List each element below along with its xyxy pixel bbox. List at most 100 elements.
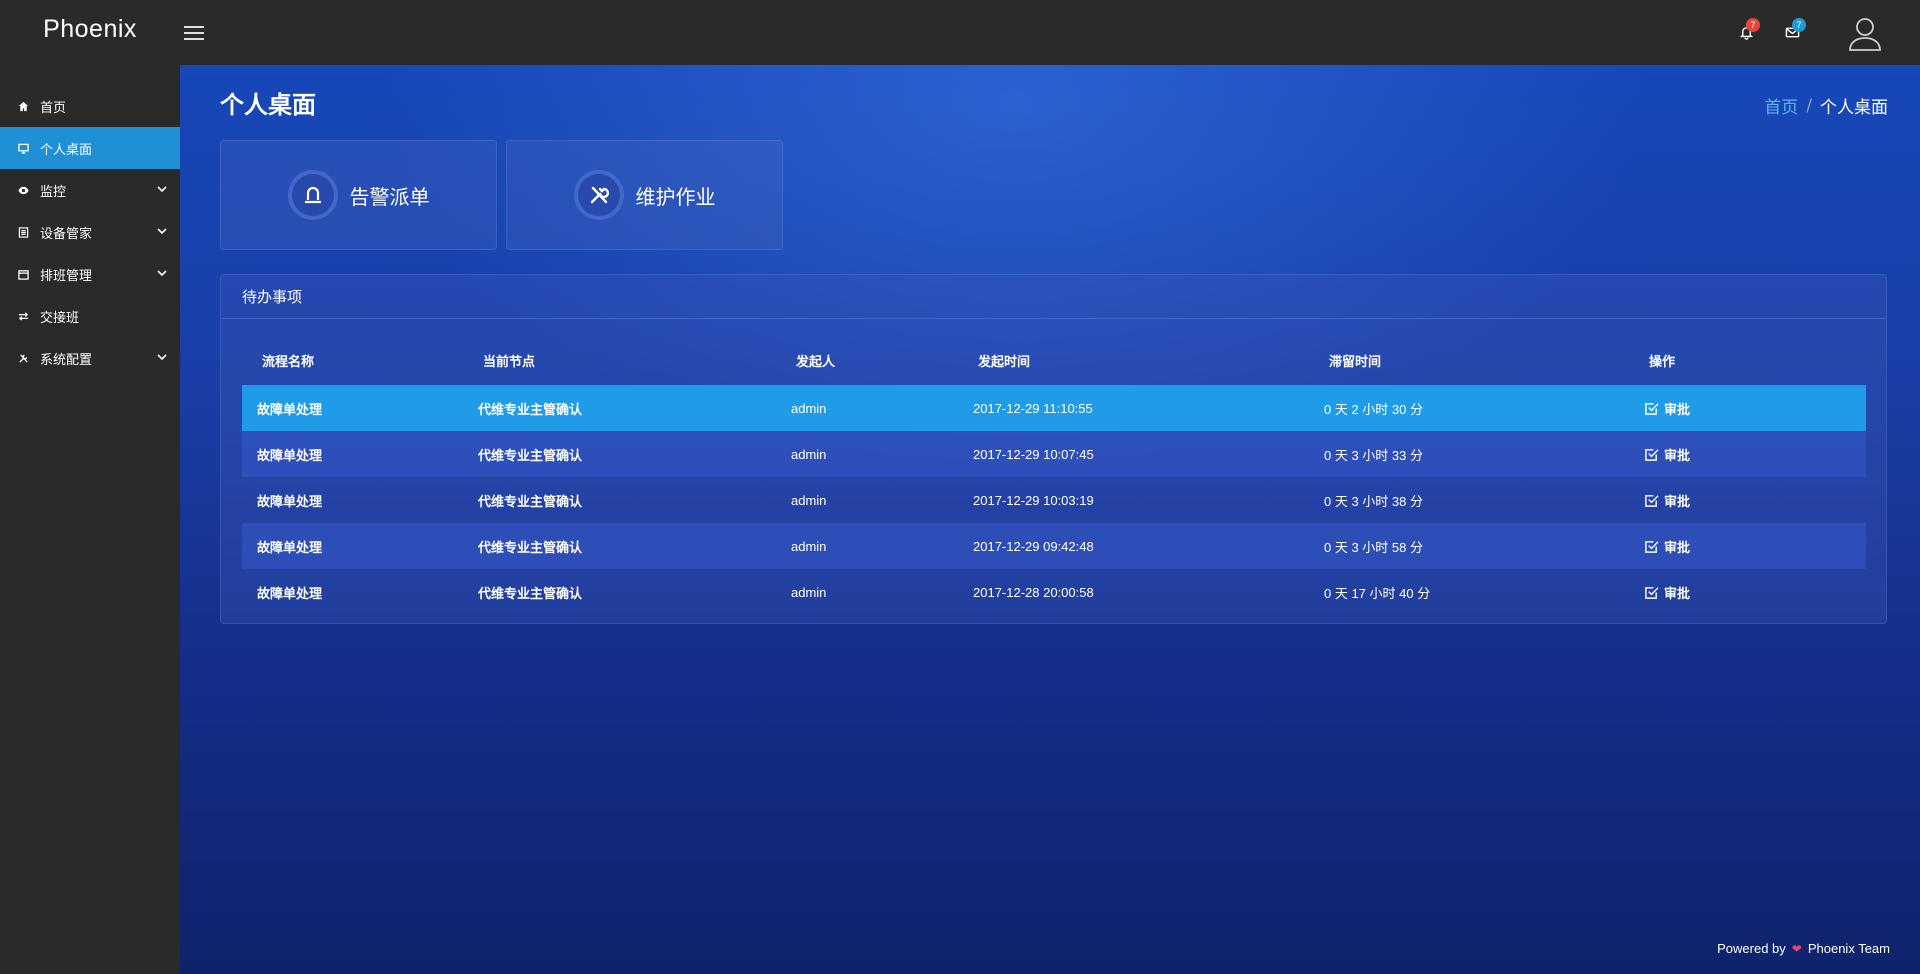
column-header: 发起人 xyxy=(796,354,836,370)
start-time-cell: 2017-12-29 11:10:55 xyxy=(973,400,1093,416)
initiator-cell: admin xyxy=(791,400,827,416)
messages-button[interactable]: 7 xyxy=(1780,17,1806,45)
alarm-dispatch-button[interactable]: 告警派单 xyxy=(220,140,497,250)
top-right-tools: 7 7 xyxy=(1734,0,1884,65)
page-title: 个人桌面 xyxy=(220,91,316,119)
approve-button[interactable]: 审批 xyxy=(1644,537,1866,556)
approve-button[interactable]: 审批 xyxy=(1644,583,1866,602)
wrench-screwdriver-icon xyxy=(573,170,624,220)
exchange-icon xyxy=(16,309,30,323)
process-name-cell: 故障单处理 xyxy=(257,540,323,556)
initiator-cell: admin xyxy=(791,538,827,554)
approve-label: 审批 xyxy=(1664,540,1691,556)
table-header-row: 流程名称 当前节点 发起人 发起时间 滞留时间 操作 xyxy=(242,335,1866,385)
approve-label: 审批 xyxy=(1664,448,1691,464)
notifications-button[interactable]: 7 xyxy=(1734,17,1760,45)
chevron-down-icon xyxy=(157,228,167,235)
chevron-down-icon xyxy=(157,270,167,277)
messages-count-badge: 7 xyxy=(1792,17,1806,32)
sidebar-item-label: 系统配置 xyxy=(40,352,93,368)
page-footer: Powered by ❤ Phoenix Team xyxy=(1717,941,1890,956)
approve-label: 审批 xyxy=(1664,494,1691,510)
hamburger-icon-line xyxy=(184,31,204,34)
sidebar-item-shift-management[interactable]: 排班管理 xyxy=(0,253,180,295)
sidebar-item-label: 监控 xyxy=(40,184,67,200)
stay-time-cell: 0 天 3 小时 38 分 xyxy=(1324,493,1423,509)
top-navbar: Phoenix 7 7 xyxy=(0,0,1920,65)
table-row[interactable]: 故障单处理 代维专业主管确认 admin 2017-12-29 11:10:55… xyxy=(242,385,1866,431)
sidebar-item-label: 设备管家 xyxy=(40,226,93,242)
sidebar-item-monitor[interactable]: 监控 xyxy=(0,169,180,211)
sidebar-item-label: 排班管理 xyxy=(40,268,93,284)
home-icon xyxy=(16,99,30,113)
start-time-cell: 2017-12-28 20:00:58 xyxy=(973,584,1094,600)
initiator-cell: admin xyxy=(791,584,827,600)
sidebar-item-home[interactable]: 首页 xyxy=(0,85,180,127)
list-icon xyxy=(16,225,30,239)
process-name-cell: 故障单处理 xyxy=(257,402,323,418)
stay-time-cell: 0 天 17 小时 40 分 xyxy=(1324,585,1431,601)
approve-button[interactable]: 审批 xyxy=(1644,399,1866,418)
table-row[interactable]: 故障单处理 代维专业主管确认 admin 2017-12-29 10:07:45… xyxy=(242,431,1866,477)
breadcrumb-separator: / xyxy=(1806,95,1812,116)
todo-table: 流程名称 当前节点 发起人 发起时间 滞留时间 操作 故障单处理 代维专业主管确… xyxy=(242,335,1866,615)
menu-toggle-button[interactable] xyxy=(184,13,212,53)
hamburger-icon-line xyxy=(184,37,204,40)
sidebar-item-device-manager[interactable]: 设备管家 xyxy=(0,211,180,253)
heart-icon: ❤ xyxy=(1791,941,1802,956)
current-node-cell: 代维专业主管确认 xyxy=(478,402,583,418)
stay-time-cell: 0 天 3 小时 58 分 xyxy=(1324,539,1423,555)
checkbox-check-icon xyxy=(1645,402,1659,415)
current-node-cell: 代维专业主管确认 xyxy=(478,494,583,510)
eye-icon xyxy=(16,183,30,197)
notifications-count-badge: 7 xyxy=(1746,17,1760,32)
breadcrumb: 首页 / 个人桌面 xyxy=(1764,93,1888,119)
checkbox-check-icon xyxy=(1645,448,1659,461)
stay-time-cell: 0 天 3 小时 33 分 xyxy=(1324,447,1423,463)
approve-button[interactable]: 审批 xyxy=(1644,445,1866,464)
column-header: 滞留时间 xyxy=(1329,354,1382,370)
start-time-cell: 2017-12-29 10:03:19 xyxy=(973,492,1094,508)
column-header: 操作 xyxy=(1649,354,1676,370)
current-node-cell: 代维专业主管确认 xyxy=(478,448,583,464)
table-row[interactable]: 故障单处理 代维专业主管确认 admin 2017-12-28 20:00:58… xyxy=(242,569,1866,615)
monitor-icon xyxy=(16,141,30,155)
checkbox-check-icon xyxy=(1645,540,1659,553)
breadcrumb-current: 个人桌面 xyxy=(1820,98,1888,118)
chevron-down-icon xyxy=(157,354,167,361)
alarm-dispatch-label: 告警派单 xyxy=(349,184,430,209)
approve-label: 审批 xyxy=(1664,586,1691,602)
approve-label: 审批 xyxy=(1664,402,1691,418)
calendar-icon xyxy=(16,267,30,281)
current-node-cell: 代维专业主管确认 xyxy=(478,540,583,556)
sidebar-item-label: 个人桌面 xyxy=(40,142,93,158)
initiator-cell: admin xyxy=(791,492,827,508)
process-name-cell: 故障单处理 xyxy=(257,494,323,510)
user-avatar-icon xyxy=(1849,17,1881,51)
todo-panel-title: 待办事项 xyxy=(221,275,1886,319)
brand-logo[interactable]: Phoenix xyxy=(0,0,180,65)
sidebar-item-label: 首页 xyxy=(40,100,67,116)
sidebar-item-label: 交接班 xyxy=(40,310,80,326)
approve-button[interactable]: 审批 xyxy=(1644,491,1866,510)
sidebar-item-system-config[interactable]: 系统配置 xyxy=(0,337,180,379)
chevron-down-icon xyxy=(157,186,167,193)
sidebar-item-personal-desktop[interactable]: 个人桌面 xyxy=(0,127,180,169)
table-row[interactable]: 故障单处理 代维专业主管确认 admin 2017-12-29 09:42:48… xyxy=(242,523,1866,569)
start-time-cell: 2017-12-29 09:42:48 xyxy=(973,538,1094,554)
tools-icon xyxy=(16,351,30,365)
column-header: 当前节点 xyxy=(483,354,536,370)
user-avatar-button[interactable] xyxy=(1846,14,1884,52)
checkbox-check-icon xyxy=(1645,586,1659,599)
process-name-cell: 故障单处理 xyxy=(257,448,323,464)
start-time-cell: 2017-12-29 10:07:45 xyxy=(973,446,1094,462)
breadcrumb-home-link[interactable]: 首页 xyxy=(1764,93,1798,118)
checkbox-check-icon xyxy=(1645,494,1659,507)
maintenance-work-button[interactable]: 维护作业 xyxy=(506,140,783,250)
initiator-cell: admin xyxy=(791,446,827,462)
footer-prefix: Powered by xyxy=(1717,941,1786,956)
table-row[interactable]: 故障单处理 代维专业主管确认 admin 2017-12-29 10:03:19… xyxy=(242,477,1866,523)
column-header: 发起时间 xyxy=(978,354,1031,370)
sidebar-item-handover[interactable]: 交接班 xyxy=(0,295,180,337)
footer-team: Phoenix Team xyxy=(1807,941,1890,956)
